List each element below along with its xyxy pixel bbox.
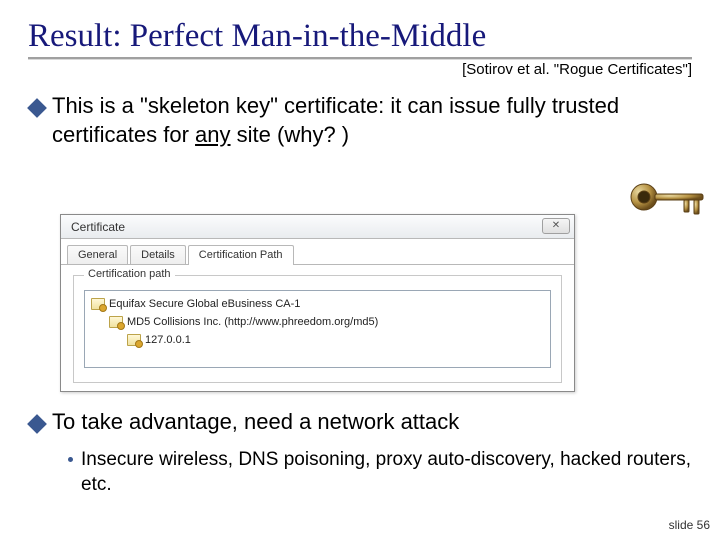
skeleton-key-icon [628,177,710,227]
certificate-icon [91,298,105,310]
bullet-1-post: site (why? ) [231,122,350,147]
diamond-bullet-icon [27,98,47,118]
tree-row-intermediate[interactable]: MD5 Collisions Inc. (http://www.phreedom… [91,313,544,331]
certificate-icon [127,334,141,346]
window-body: Certification path Equifax Secure Global… [61,265,574,393]
window-titlebar: Certificate ✕ [61,215,574,239]
tab-strip: General Details Certification Path [61,239,574,265]
bullet-1-text: This is a "skeleton key" certificate: it… [52,92,692,149]
tree-label-intermediate: MD5 Collisions Inc. (http://www.phreedom… [127,316,378,328]
bullet-1-underline: any [195,122,230,147]
window-title: Certificate [71,220,125,234]
bullet-1: This is a "skeleton key" certificate: it… [28,92,692,149]
slide-number: slide 56 [669,518,710,532]
fieldset-legend: Certification path [84,268,175,280]
certificate-window: Certificate ✕ General Details Certificat… [60,214,575,392]
sub-bullet-1: Insecure wireless, DNS poisoning, proxy … [68,447,692,498]
sub-bullet-1-text: Insecure wireless, DNS poisoning, proxy … [81,447,692,498]
tree-row-leaf[interactable]: 127.0.0.1 [91,331,544,349]
close-icon: ✕ [552,221,560,231]
tab-details[interactable]: Details [130,245,186,264]
tree-label-root: Equifax Secure Global eBusiness CA-1 [109,298,300,310]
citation-text: [Sotirov et al. "Rogue Certificates"] [28,61,692,78]
tab-general[interactable]: General [67,245,128,264]
certification-path-fieldset: Certification path Equifax Secure Global… [73,275,562,383]
dot-bullet-icon [68,457,73,462]
diamond-bullet-icon [27,414,47,434]
close-button[interactable]: ✕ [542,218,570,234]
tab-certification-path[interactable]: Certification Path [188,245,294,265]
title-divider [28,57,692,59]
certificate-icon [109,316,123,328]
slide-title: Result: Perfect Man-in-the-Middle [28,18,692,55]
cert-tree: Equifax Secure Global eBusiness CA-1 MD5… [84,290,551,368]
tree-label-leaf: 127.0.0.1 [145,334,191,346]
tree-row-root[interactable]: Equifax Secure Global eBusiness CA-1 [91,295,544,313]
bullet-2: To take advantage, need a network attack [28,408,692,437]
bullet-2-text: To take advantage, need a network attack [52,408,459,437]
